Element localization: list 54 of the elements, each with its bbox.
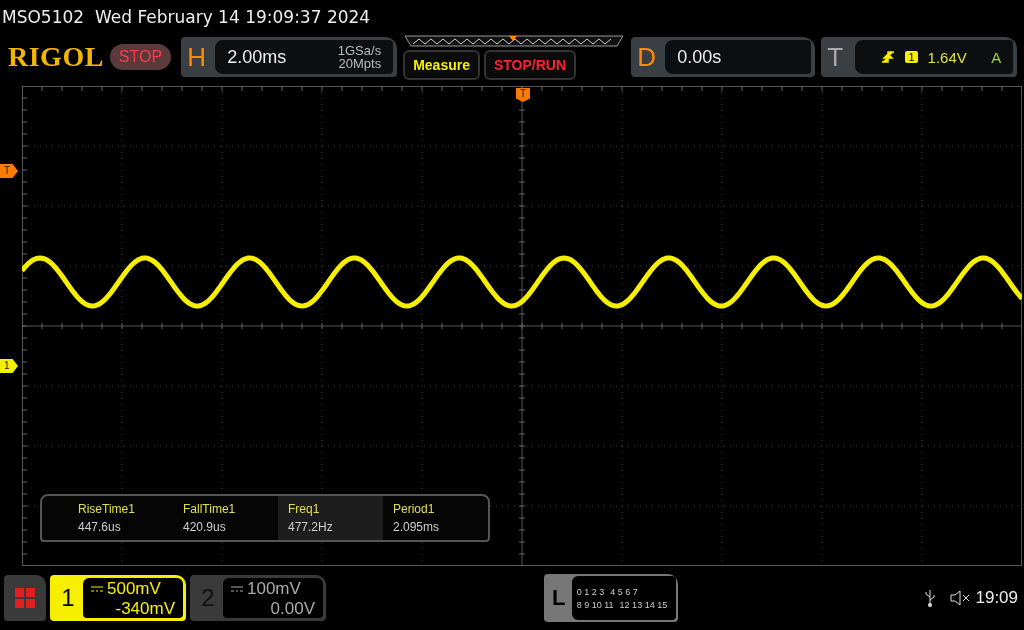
grid-icon [14,587,36,609]
timebase-value: 2.00ms [227,46,287,68]
trigger-position-marker[interactable]: T [516,88,530,102]
measurement-item[interactable]: RiseTime1 447.6us [68,496,173,540]
delay-value: 0.00s [677,46,722,68]
channel-offset-marker[interactable]: 1 [0,359,18,373]
brand-logo: RIGOL [8,41,104,73]
speaker-muted-icon[interactable] [949,589,972,607]
logic-channel-labels: 0 1 2 3 [576,586,605,597]
channel-offset: -340mV [114,599,175,619]
run-state-badge: STOP [109,44,172,70]
trigger-level: 1.64V [927,48,967,66]
measurement-name: Period1 [393,502,436,516]
measurement-value: 477.2Hz [288,520,334,534]
panel-letter: D [637,41,657,73]
channel-panel[interactable]: 1 500mV -340mV [50,575,186,621]
panel-letter: H [187,41,207,73]
status-line: MSO5102 Wed February 14 19:09:37 2024 [1,6,372,29]
waveform-overview-icon [403,34,626,47]
logic-channel-labels: 4 5 6 7 [610,586,638,597]
trigger-source-badge: 1 [905,51,918,63]
measurement-item[interactable]: Freq1 477.2Hz [278,496,383,540]
stop-run-button[interactable]: STOP/RUN [483,49,577,80]
panel-letter: T [827,41,845,73]
delay-panel[interactable]: D 0.00s [631,37,816,77]
measurement-value: 420.9us [183,520,227,534]
logic-channel-labels: 12 13 14 15 [619,599,668,610]
rising-edge-icon [881,50,896,64]
horizontal-panel[interactable]: H 2.00ms 1GSa/s 20Mpts [181,37,398,77]
usb-icon [925,589,936,607]
trigger-panel[interactable]: T 1 1.64V A [821,37,1018,77]
measurement-name: RiseTime1 [78,502,136,516]
dc-coupling-icon [91,586,103,592]
menu-button[interactable] [4,575,46,621]
measurement-item[interactable]: FallTime1 420.9us [173,496,278,540]
trigger-mode: A [991,48,1002,66]
logic-panel[interactable]: L 0 1 2 3 4 5 6 7 8 9 10 11 12 13 14 15 [543,574,678,622]
measurement-name: FallTime1 [183,502,237,516]
channel-scale: 100mV [247,579,301,599]
dc-coupling-icon [231,586,243,592]
sample-rate: 1GSa/s [337,44,382,57]
measurement-name: Freq1 [288,502,321,516]
measurement-item[interactable]: Period1 2.095ms [383,496,488,540]
measure-button[interactable]: Measure [403,49,480,80]
channel-scale: 500mV [107,579,161,599]
clock: 19:09 [975,588,1018,608]
logic-channel-labels: 8 9 10 11 [576,599,614,610]
measurement-value: 2.095ms [393,520,441,534]
trigger-level-marker[interactable]: T [0,164,18,178]
channel-number: 1 [60,583,76,613]
channel-offset: 0.00V [269,599,315,619]
memory-depth: 20Mpts [337,57,382,70]
measurement-value: 447.6us [78,520,122,534]
panel-letter: L [551,584,567,612]
